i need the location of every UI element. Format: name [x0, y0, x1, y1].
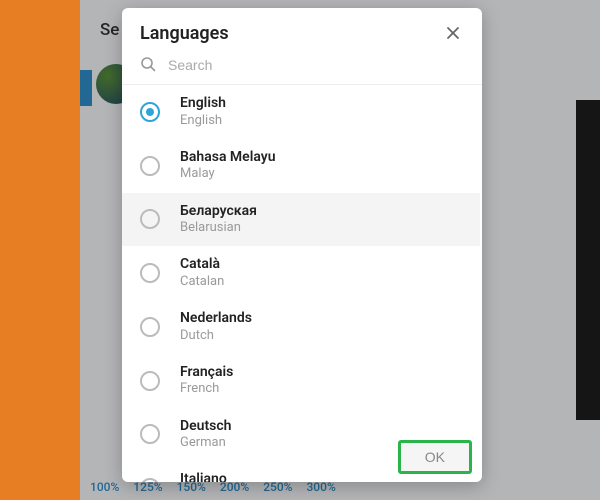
- language-native-name: Bahasa Melayu: [180, 149, 276, 167]
- language-texts: ItalianoItalian: [180, 471, 227, 482]
- ok-button[interactable]: OK: [398, 440, 472, 474]
- radio-icon[interactable]: [140, 371, 160, 391]
- language-english-name: Belarusian: [180, 220, 257, 236]
- language-native-name: Deutsch: [180, 418, 231, 436]
- language-english-name: French: [180, 381, 233, 397]
- language-item[interactable]: БеларускаяBelarusian: [122, 193, 480, 247]
- close-icon: [445, 25, 461, 41]
- languages-modal: Languages EnglishEnglish Bahasa MelayuMal…: [122, 8, 482, 482]
- language-texts: DeutschGerman: [180, 418, 231, 452]
- language-native-name: Català: [180, 256, 224, 274]
- language-english-name: English: [180, 113, 226, 129]
- language-native-name: Nederlands: [180, 310, 252, 328]
- modal-title: Languages: [140, 23, 229, 44]
- language-english-name: Catalan: [180, 274, 224, 290]
- close-button[interactable]: [442, 22, 464, 44]
- language-native-name: Italiano: [180, 471, 227, 482]
- language-texts: БеларускаяBelarusian: [180, 203, 257, 237]
- language-native-name: English: [180, 95, 226, 113]
- radio-icon[interactable]: [140, 102, 160, 122]
- search-row: [122, 52, 482, 84]
- radio-icon[interactable]: [140, 424, 160, 444]
- search-icon: [140, 56, 158, 74]
- radio-icon[interactable]: [140, 317, 160, 337]
- radio-icon[interactable]: [140, 209, 160, 229]
- language-texts: CatalàCatalan: [180, 256, 224, 290]
- language-item[interactable]: CatalàCatalan: [122, 246, 480, 300]
- search-input[interactable]: [168, 57, 464, 73]
- radio-icon[interactable]: [140, 263, 160, 283]
- language-item[interactable]: FrançaisFrench: [122, 354, 480, 408]
- modal-header: Languages: [122, 8, 482, 52]
- language-english-name: German: [180, 435, 231, 451]
- language-texts: FrançaisFrench: [180, 364, 233, 398]
- language-item[interactable]: EnglishEnglish: [122, 85, 480, 139]
- language-texts: EnglishEnglish: [180, 95, 226, 129]
- language-item[interactable]: NederlandsDutch: [122, 300, 480, 354]
- language-item[interactable]: Bahasa MelayuMalay: [122, 139, 480, 193]
- radio-icon[interactable]: [140, 156, 160, 176]
- modal-footer: OK: [398, 440, 472, 474]
- language-texts: NederlandsDutch: [180, 310, 252, 344]
- language-list[interactable]: EnglishEnglish Bahasa MelayuMalay Беларуск…: [122, 84, 482, 482]
- language-texts: Bahasa MelayuMalay: [180, 149, 276, 183]
- language-english-name: Malay: [180, 166, 276, 182]
- language-native-name: Беларуская: [180, 203, 257, 221]
- language-english-name: Dutch: [180, 328, 252, 344]
- radio-icon[interactable]: [140, 478, 160, 482]
- language-native-name: Français: [180, 364, 233, 382]
